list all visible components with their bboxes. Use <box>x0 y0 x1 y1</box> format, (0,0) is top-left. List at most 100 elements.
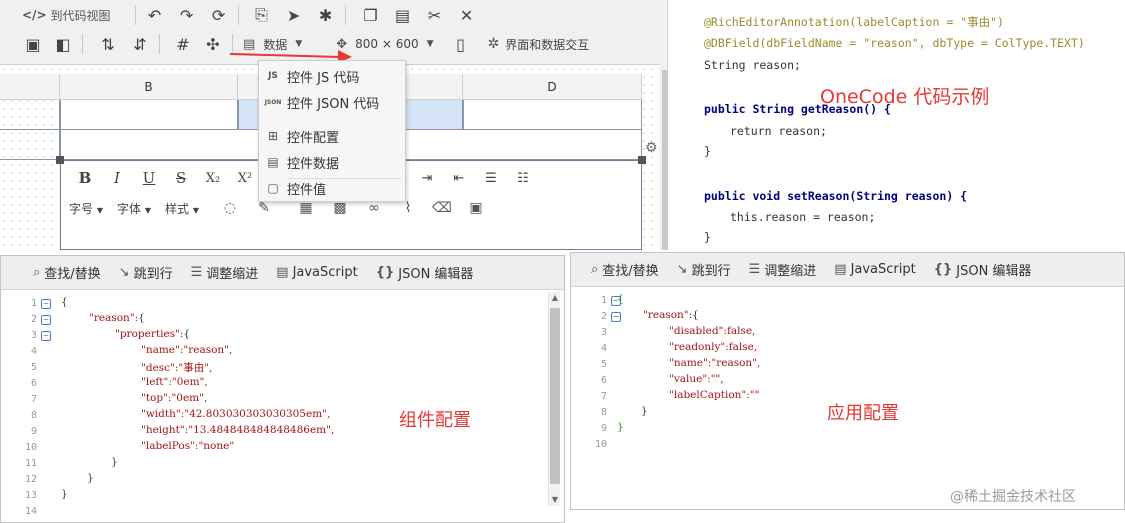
outdent-icon[interactable]: ⇤ <box>443 171 475 186</box>
mobile-icon[interactable]: ▯ <box>448 31 474 57</box>
redo-icon[interactable]: ↷ <box>174 2 200 28</box>
paste-icon[interactable]: ▣ <box>459 200 493 216</box>
superscript-icon[interactable]: X² <box>229 171 261 186</box>
paste-icon[interactable]: ▤ <box>390 2 416 28</box>
separator <box>237 5 239 25</box>
code-line: public void setReason(String reason) { <box>704 189 968 203</box>
unlink-icon[interactable]: ⌇ <box>391 200 425 216</box>
fold-toggle-icon[interactable]: − <box>41 299 51 309</box>
canvas-scrollbar[interactable] <box>662 70 668 250</box>
image-icon[interactable]: ▩ <box>323 200 357 216</box>
line-gutter: 1 2 3 4 5 6 7 8 9 10 − − <box>571 289 627 509</box>
scroll-up-icon[interactable]: ▲ <box>549 292 561 304</box>
italic-icon[interactable]: I <box>101 169 133 187</box>
font-family-select[interactable]: 字体 ▼ <box>117 200 151 217</box>
style-label: 样式 <box>165 201 190 216</box>
copy-icon[interactable]: ❐ <box>358 2 384 28</box>
scroll-down-icon[interactable]: ▼ <box>549 494 561 506</box>
code-line: @RichEditorAnnotation(labelCaption = "事由… <box>704 15 1004 29</box>
underline-icon[interactable]: U <box>133 169 165 187</box>
clear-format-icon[interactable]: ⌫ <box>425 200 459 216</box>
ui-data-interaction-button[interactable]: ✲ 界面和数据交互 <box>488 31 594 57</box>
indent-icon: ☰ <box>748 262 761 277</box>
bold-icon[interactable]: B <box>69 169 101 187</box>
bug-icon[interactable]: ✱ <box>313 2 339 28</box>
link-icon[interactable]: ∞ <box>357 200 391 216</box>
undo-icon[interactable]: ↶ <box>142 2 168 28</box>
canvas-size-label: 800 × 600 <box>355 37 419 51</box>
refresh-icon[interactable]: ⟳ <box>206 2 232 28</box>
color-icon[interactable]: ✎ <box>247 200 281 216</box>
ordered-list-icon[interactable]: ☰ <box>475 171 507 186</box>
resize-handle[interactable] <box>638 156 646 164</box>
menu-item-control-json[interactable]: JSON 控件 JSON 代码 <box>259 89 407 115</box>
component-config-editor: ⌕ 查找/替换 ↘ 跳到行 ☰ 调整缩进 ▤ JavaScript {} JSON 编辑器… <box>0 255 565 523</box>
line-number: 3 <box>30 330 37 341</box>
send-back-icon[interactable]: ◧ <box>50 31 76 57</box>
grid-cell[interactable] <box>60 100 238 130</box>
unordered-list-icon[interactable]: ☷ <box>507 171 539 186</box>
code-text: "width":"42.803030303030305em", <box>141 408 331 420</box>
json-editor-button[interactable]: {} JSON 编辑器 <box>934 260 1032 279</box>
to-code-view-button[interactable]: </> 到代码视图 <box>22 2 111 28</box>
line-number: 4 <box>30 346 37 357</box>
code-text: "labelPos":"none" <box>141 440 235 452</box>
grid-cell[interactable] <box>0 100 60 130</box>
indent-icon[interactable]: ⇥ <box>411 171 443 186</box>
scroll-thumb[interactable] <box>550 308 560 484</box>
goto-line-button[interactable]: ↘ 跳到行 <box>677 260 731 279</box>
resize-handle[interactable] <box>56 156 64 164</box>
cut-icon[interactable]: ✂ <box>422 2 448 28</box>
editor-scrollbar[interactable]: ▲ ▼ <box>548 292 560 506</box>
subscript-icon[interactable]: X₂ <box>197 171 229 186</box>
fold-toggle-icon[interactable]: − <box>41 315 51 325</box>
line-number: 10 <box>594 439 607 450</box>
close-icon[interactable]: ✕ <box>454 2 480 28</box>
menu-item-control-data[interactable]: ▤ 控件数据 <box>259 149 407 175</box>
sort-asc-icon[interactable]: ⇅ <box>95 31 121 57</box>
designer-toolbar-top: </> 到代码视图 ↶ ↷ ⟳ ⎘ ➤ ✱ ❐ ▤ ✂ ✕ <box>0 0 668 30</box>
font-size-select[interactable]: 字号 ▼ <box>69 200 103 217</box>
goto-line-button[interactable]: ↘ 跳到行 <box>119 263 173 282</box>
fold-toggle-icon[interactable]: − <box>611 312 621 322</box>
settings-icon[interactable]: ⚙ <box>645 140 658 156</box>
bring-front-icon[interactable]: ▣ <box>20 31 46 57</box>
strikethrough-icon[interactable]: S <box>165 169 197 187</box>
sort-desc-icon[interactable]: ⇵ <box>127 31 153 57</box>
fold-toggle-icon[interactable]: − <box>41 331 51 341</box>
line-number: 14 <box>24 506 37 517</box>
grid-icon[interactable]: # <box>170 31 196 57</box>
send-icon[interactable]: ➤ <box>281 2 307 28</box>
json-editor-label: JSON 编辑器 <box>956 264 1032 279</box>
indent-button[interactable]: ☰ 调整缩进 <box>749 260 817 279</box>
separator <box>344 5 346 25</box>
table-icon[interactable]: ▦ <box>289 200 323 216</box>
chevron-down-icon: ▼ <box>426 39 434 49</box>
onecode-sample-caption: OneCode 代码示例 <box>820 86 990 108</box>
find-replace-button[interactable]: ⌕ 查找/替换 <box>33 263 101 282</box>
javascript-button[interactable]: ▤ JavaScript <box>834 262 915 277</box>
code-icon: </> <box>22 8 47 22</box>
json-editor-button[interactable]: {} JSON 编辑器 <box>376 263 474 282</box>
align-icon[interactable]: ✣ <box>200 31 226 57</box>
export-icon[interactable]: ⎘ <box>249 2 275 28</box>
menu-item-control-config[interactable]: ⊞ 控件配置 <box>259 123 407 149</box>
style-select[interactable]: 样式 ▼ <box>165 200 199 217</box>
separator <box>134 5 136 25</box>
indent-label: 调整缩进 <box>764 264 817 279</box>
app-config-editor: ⌕ 查找/替换 ↘ 跳到行 ☰ 调整缩进 ▤ JavaScript {} JSON 编辑器… <box>570 252 1125 510</box>
search-icon: ⌕ <box>33 265 41 280</box>
javascript-button[interactable]: ▤ JavaScript <box>276 265 357 280</box>
grid-cell[interactable] <box>463 100 642 130</box>
code-text: "height":"13.484848484848486em", <box>141 424 335 436</box>
menu-item-label: 控件值 <box>287 182 327 198</box>
indent-button[interactable]: ☰ 调整缩进 <box>191 263 259 282</box>
line-number: 8 <box>600 407 607 418</box>
code-text: "top":"0em", <box>141 392 208 404</box>
javascript-label: JavaScript <box>292 265 358 280</box>
find-replace-button[interactable]: ⌕ 查找/替换 <box>591 260 659 279</box>
menu-item-control-value[interactable]: ▢ 控件值 <box>259 175 407 201</box>
eraser-icon[interactable]: ◌ <box>213 200 247 216</box>
grid-cell[interactable] <box>0 130 60 160</box>
menu-item-control-js[interactable]: JS 控件 JS 代码 <box>259 63 407 89</box>
